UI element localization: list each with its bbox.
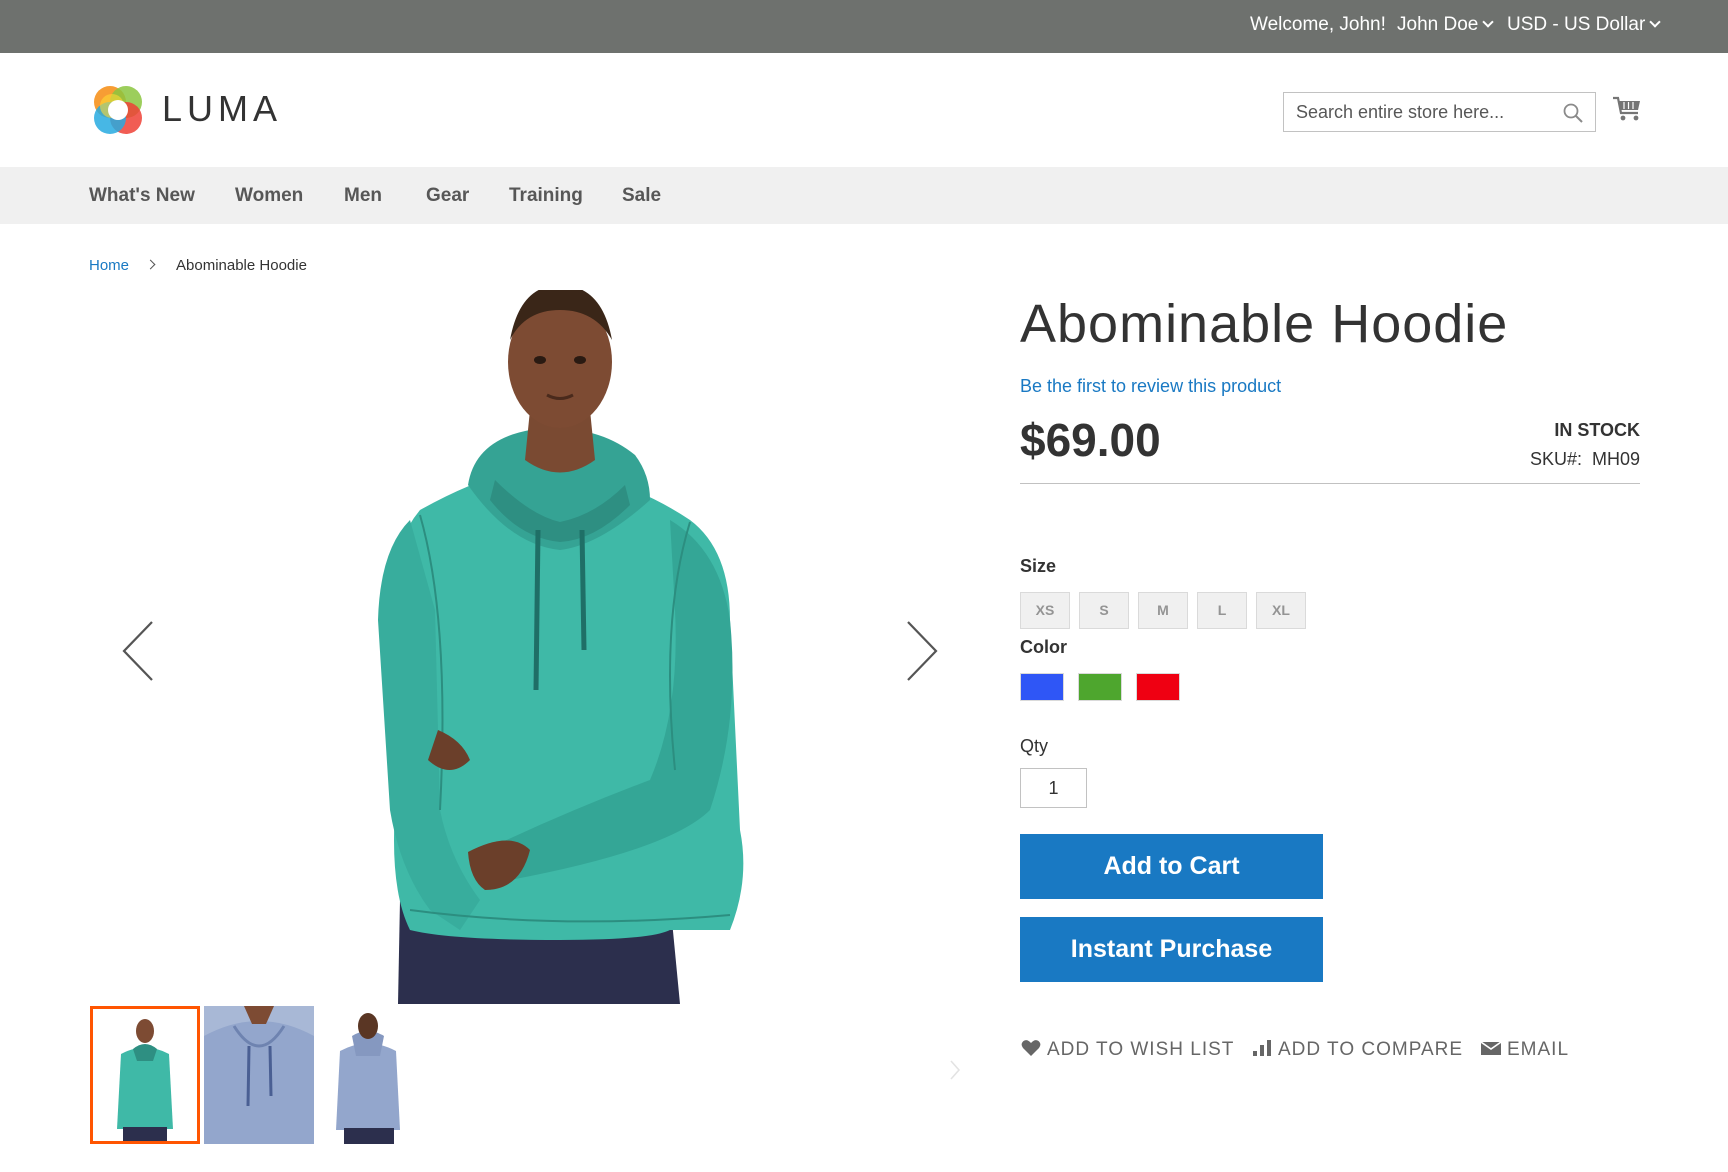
nav-item-men[interactable]: Men	[344, 184, 382, 208]
currency-switcher[interactable]: USD - US Dollar	[1507, 12, 1661, 38]
chevron-down-icon	[1482, 16, 1495, 28]
currency-label: USD - US Dollar	[1507, 14, 1646, 35]
instant-purchase-button[interactable]: Instant Purchase	[1020, 917, 1323, 982]
cart-icon[interactable]	[1612, 94, 1642, 124]
sku-value: MH09	[1591, 449, 1640, 469]
envelope-icon	[1481, 1041, 1501, 1056]
top-panel: Welcome, John! John Doe USD - US Dollar	[0, 0, 1728, 53]
welcome-message: Welcome, John!	[1250, 14, 1386, 35]
search-input[interactable]	[1284, 93, 1554, 131]
main-navigation: What's New Women Men Gear Training Sale	[0, 167, 1728, 224]
color-swatch-blue[interactable]	[1020, 673, 1064, 701]
compare-label: ADD TO COMPARE	[1278, 1039, 1464, 1060]
add-to-compare-link[interactable]: ADD TO COMPARE	[1252, 1038, 1463, 1062]
nav-item-whats-new[interactable]: What's New	[89, 184, 195, 208]
size-option-s[interactable]: S	[1079, 592, 1129, 629]
product-title: Abominable Hoodie	[1020, 294, 1509, 354]
account-menu[interactable]: John Doe	[1397, 12, 1495, 38]
email-label: EMAIL	[1507, 1039, 1570, 1060]
stock-status: IN STOCK	[1554, 420, 1640, 440]
gallery-prev-arrow-icon[interactable]	[114, 616, 162, 686]
product-price: $69.00	[1020, 414, 1161, 466]
breadcrumb-separator-icon	[145, 259, 156, 270]
divider	[1020, 483, 1640, 484]
logo-text[interactable]: LUMA	[162, 88, 282, 130]
nav-item-women[interactable]: Women	[235, 184, 303, 208]
chevron-down-icon	[1649, 16, 1661, 28]
product-thumbnail[interactable]	[204, 1006, 314, 1144]
product-thumbnail[interactable]	[318, 1006, 428, 1144]
breadcrumb-current: Abominable Hoodie	[176, 257, 307, 274]
product-thumbnail[interactable]	[90, 1006, 200, 1144]
product-main-image[interactable]	[90, 290, 970, 1004]
product-sku: SKU#: MH09	[1530, 447, 1640, 471]
search-icon[interactable]	[1563, 103, 1583, 123]
add-to-wishlist-link[interactable]: ADD TO WISH LIST	[1021, 1038, 1234, 1062]
nav-item-training[interactable]: Training	[509, 184, 583, 208]
breadcrumb-home-link[interactable]: Home	[89, 257, 129, 274]
sku-label: SKU#:	[1529, 449, 1582, 469]
size-option-xl[interactable]: XL	[1256, 592, 1306, 629]
email-link[interactable]: EMAIL	[1481, 1038, 1569, 1062]
color-label: Color	[1020, 637, 1067, 657]
size-option-xs[interactable]: XS	[1020, 592, 1070, 629]
search-box	[1283, 92, 1596, 132]
size-option-m[interactable]: M	[1138, 592, 1188, 629]
heart-icon	[1021, 1040, 1041, 1056]
add-to-cart-button[interactable]: Add to Cart	[1020, 834, 1323, 899]
gallery-next-arrow-icon[interactable]	[898, 616, 946, 686]
luma-logo-icon[interactable]	[90, 82, 146, 138]
nav-item-sale[interactable]: Sale	[622, 184, 661, 208]
account-name: John Doe	[1397, 14, 1479, 35]
size-label: Size	[1020, 556, 1057, 576]
thumbnail-next-arrow-icon[interactable]	[948, 1058, 962, 1082]
qty-label: Qty	[1020, 736, 1049, 756]
nav-item-gear[interactable]: Gear	[426, 184, 469, 208]
breadcrumb: Home Abominable Hoodie	[89, 256, 307, 276]
compare-chart-icon	[1253, 1039, 1271, 1056]
qty-input[interactable]: 1	[1020, 768, 1087, 808]
review-link[interactable]: Be the first to review this product	[1020, 374, 1281, 398]
color-swatch-red[interactable]	[1136, 673, 1180, 701]
color-swatch-green[interactable]	[1078, 673, 1122, 701]
wishlist-label: ADD TO WISH LIST	[1047, 1039, 1235, 1060]
size-option-l[interactable]: L	[1197, 592, 1247, 629]
